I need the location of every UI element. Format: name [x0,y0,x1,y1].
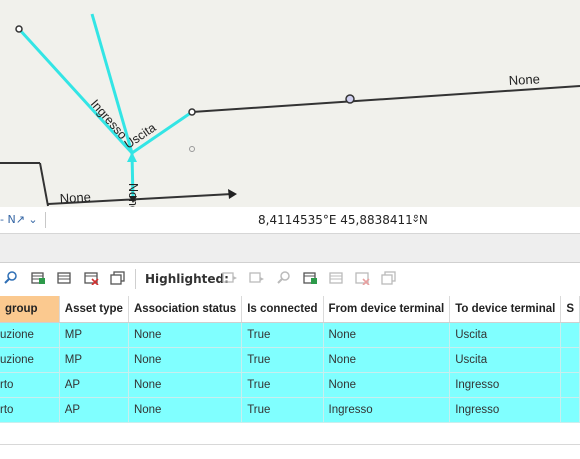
flow-arrow-icon [127,152,137,162]
table-cell[interactable]: Ingresso [449,372,562,398]
table-cell[interactable]: uzione [0,347,60,373]
table-cell[interactable] [560,322,580,348]
table-row[interactable]: uzione MP None True None Uscita [0,347,580,373]
column-header-is-connected[interactable]: Is connected [241,296,324,323]
zoom-to-selection-icon[interactable] [2,271,18,285]
column-header-from-device-terminal[interactable]: From device terminal [323,296,451,323]
table-cell[interactable]: True [241,322,324,348]
table-toolbar: Highlighted: [0,263,580,295]
switch-highlighted-icon[interactable] [302,271,318,285]
table-cell[interactable]: MP [59,322,129,348]
clear-highlighted-icon[interactable] [354,271,370,285]
table-footer [0,444,580,459]
table-cell[interactable]: uzione [0,322,60,348]
table-cell[interactable]: Ingresso [323,397,451,423]
status-divider [45,212,46,228]
network-line [39,162,49,207]
table-cell[interactable]: None [323,372,451,398]
table-cell[interactable]: True [241,347,324,373]
table-row[interactable]: uzione MP None True None Uscita [0,322,580,348]
flow-arrow-icon [228,189,237,199]
column-header-association-status[interactable]: Association status [128,296,243,323]
copy-selection-icon[interactable] [110,271,126,285]
table-row[interactable]: rto AP None True None Ingresso [0,372,580,398]
table-cell[interactable]: Uscita [449,347,562,373]
table-cell[interactable]: Ingresso [449,397,562,423]
table-cell[interactable]: rto [0,372,60,398]
column-header-to-device-terminal[interactable]: To device terminal [449,296,562,323]
column-header-group[interactable]: group [0,296,60,323]
table-cell[interactable]: Uscita [449,322,562,348]
highlight-all-icon[interactable] [328,271,344,285]
table-cell[interactable]: True [241,397,324,423]
table-cell[interactable]: None [323,347,451,373]
table-cell[interactable]: True [241,372,324,398]
map-view[interactable]: None Ingresso Uscita None None [0,0,580,207]
junction-point[interactable] [15,25,23,33]
select-all-icon[interactable] [56,271,72,285]
column-header-asset-type[interactable]: Asset type [59,296,129,323]
toolbar-divider [135,269,136,289]
zoom-highlighted-icon[interactable] [275,271,291,285]
zoom-to-highlighted-icon[interactable] [222,271,238,285]
table-cell[interactable]: AP [59,397,129,423]
map-label-none-vertical: None [126,183,140,207]
coordinate-readout: 8,4114535°E 45,8838411°N [258,213,428,227]
table-cell[interactable]: None [128,322,243,348]
table-cell[interactable]: None [128,347,243,373]
map-label-none-bottom: None [59,189,91,206]
map-canvas[interactable]: None Ingresso Uscita None None [0,0,580,207]
chevron-down-icon[interactable]: ⌄ [411,212,420,225]
table-cell[interactable] [560,347,580,373]
column-header-s[interactable]: S [560,296,580,323]
junction-point[interactable] [345,94,355,104]
clear-selection-icon[interactable] [83,271,99,285]
table-row[interactable]: rto AP None True Ingresso Ingresso [0,397,580,423]
table-cell[interactable]: None [323,322,451,348]
junction-point[interactable] [188,108,196,116]
table-header-row: group Asset type Association status Is c… [0,296,580,323]
switch-selection-icon[interactable] [30,271,46,285]
pan-to-highlighted-icon[interactable] [249,271,265,285]
copy-highlighted-icon[interactable] [381,271,397,285]
highlighted-label: Highlighted: [145,272,229,286]
table-cell[interactable]: rto [0,397,60,423]
map-label-none-top: None [508,71,540,88]
attribute-table: group Asset type Association status Is c… [0,296,580,423]
table-cell[interactable]: None [128,397,243,423]
status-bar: - N↗ ⌄ 8,4114535°E 45,8838411°N ⌄ [0,207,580,234]
table-cell[interactable]: None [128,372,243,398]
device-point[interactable] [189,146,195,152]
attribute-tab-strip [0,234,580,263]
table-cell[interactable] [560,372,580,398]
table-cell[interactable]: AP [59,372,129,398]
north-arrow-icon[interactable]: - N↗ ⌄ [0,213,38,226]
table-cell[interactable]: MP [59,347,129,373]
table-cell[interactable] [560,397,580,423]
network-line [191,85,580,113]
